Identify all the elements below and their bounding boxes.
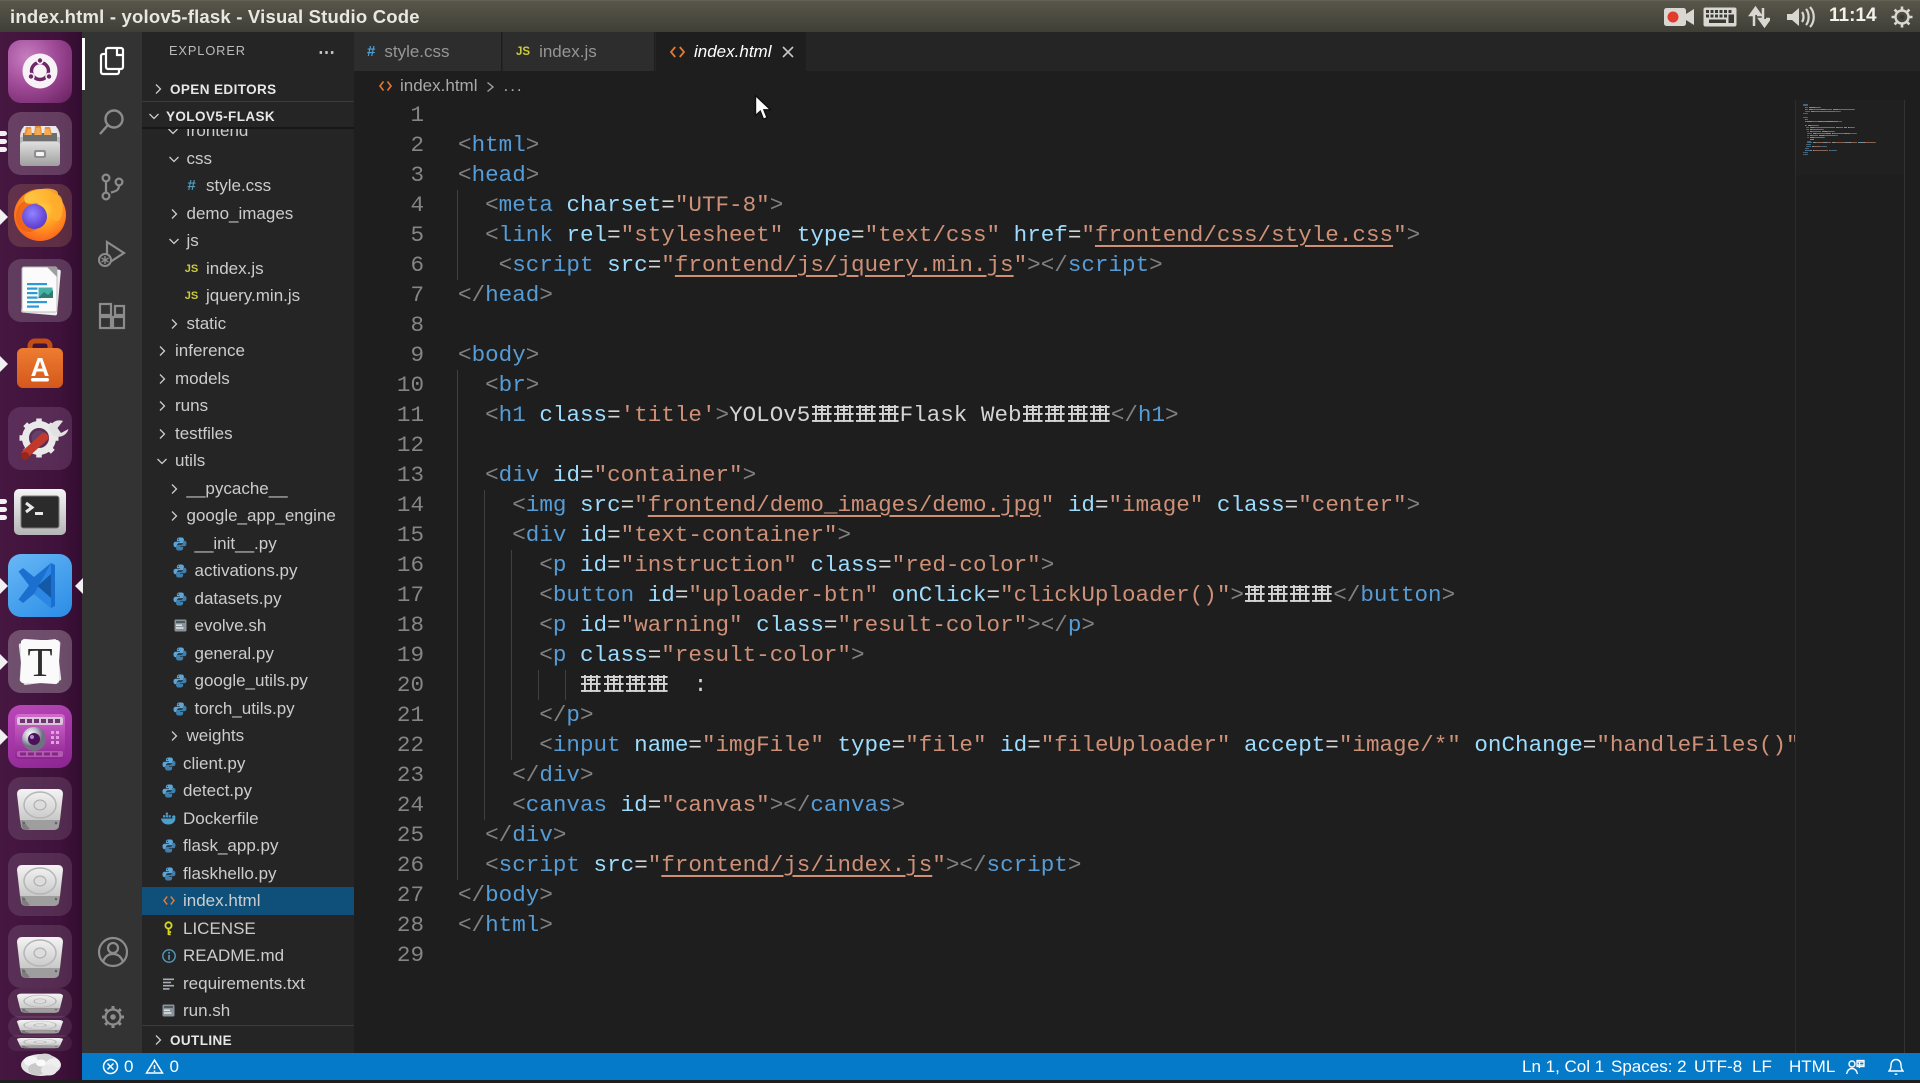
svg-text:T: T <box>27 639 52 685</box>
svg-text:A: A <box>31 352 50 382</box>
